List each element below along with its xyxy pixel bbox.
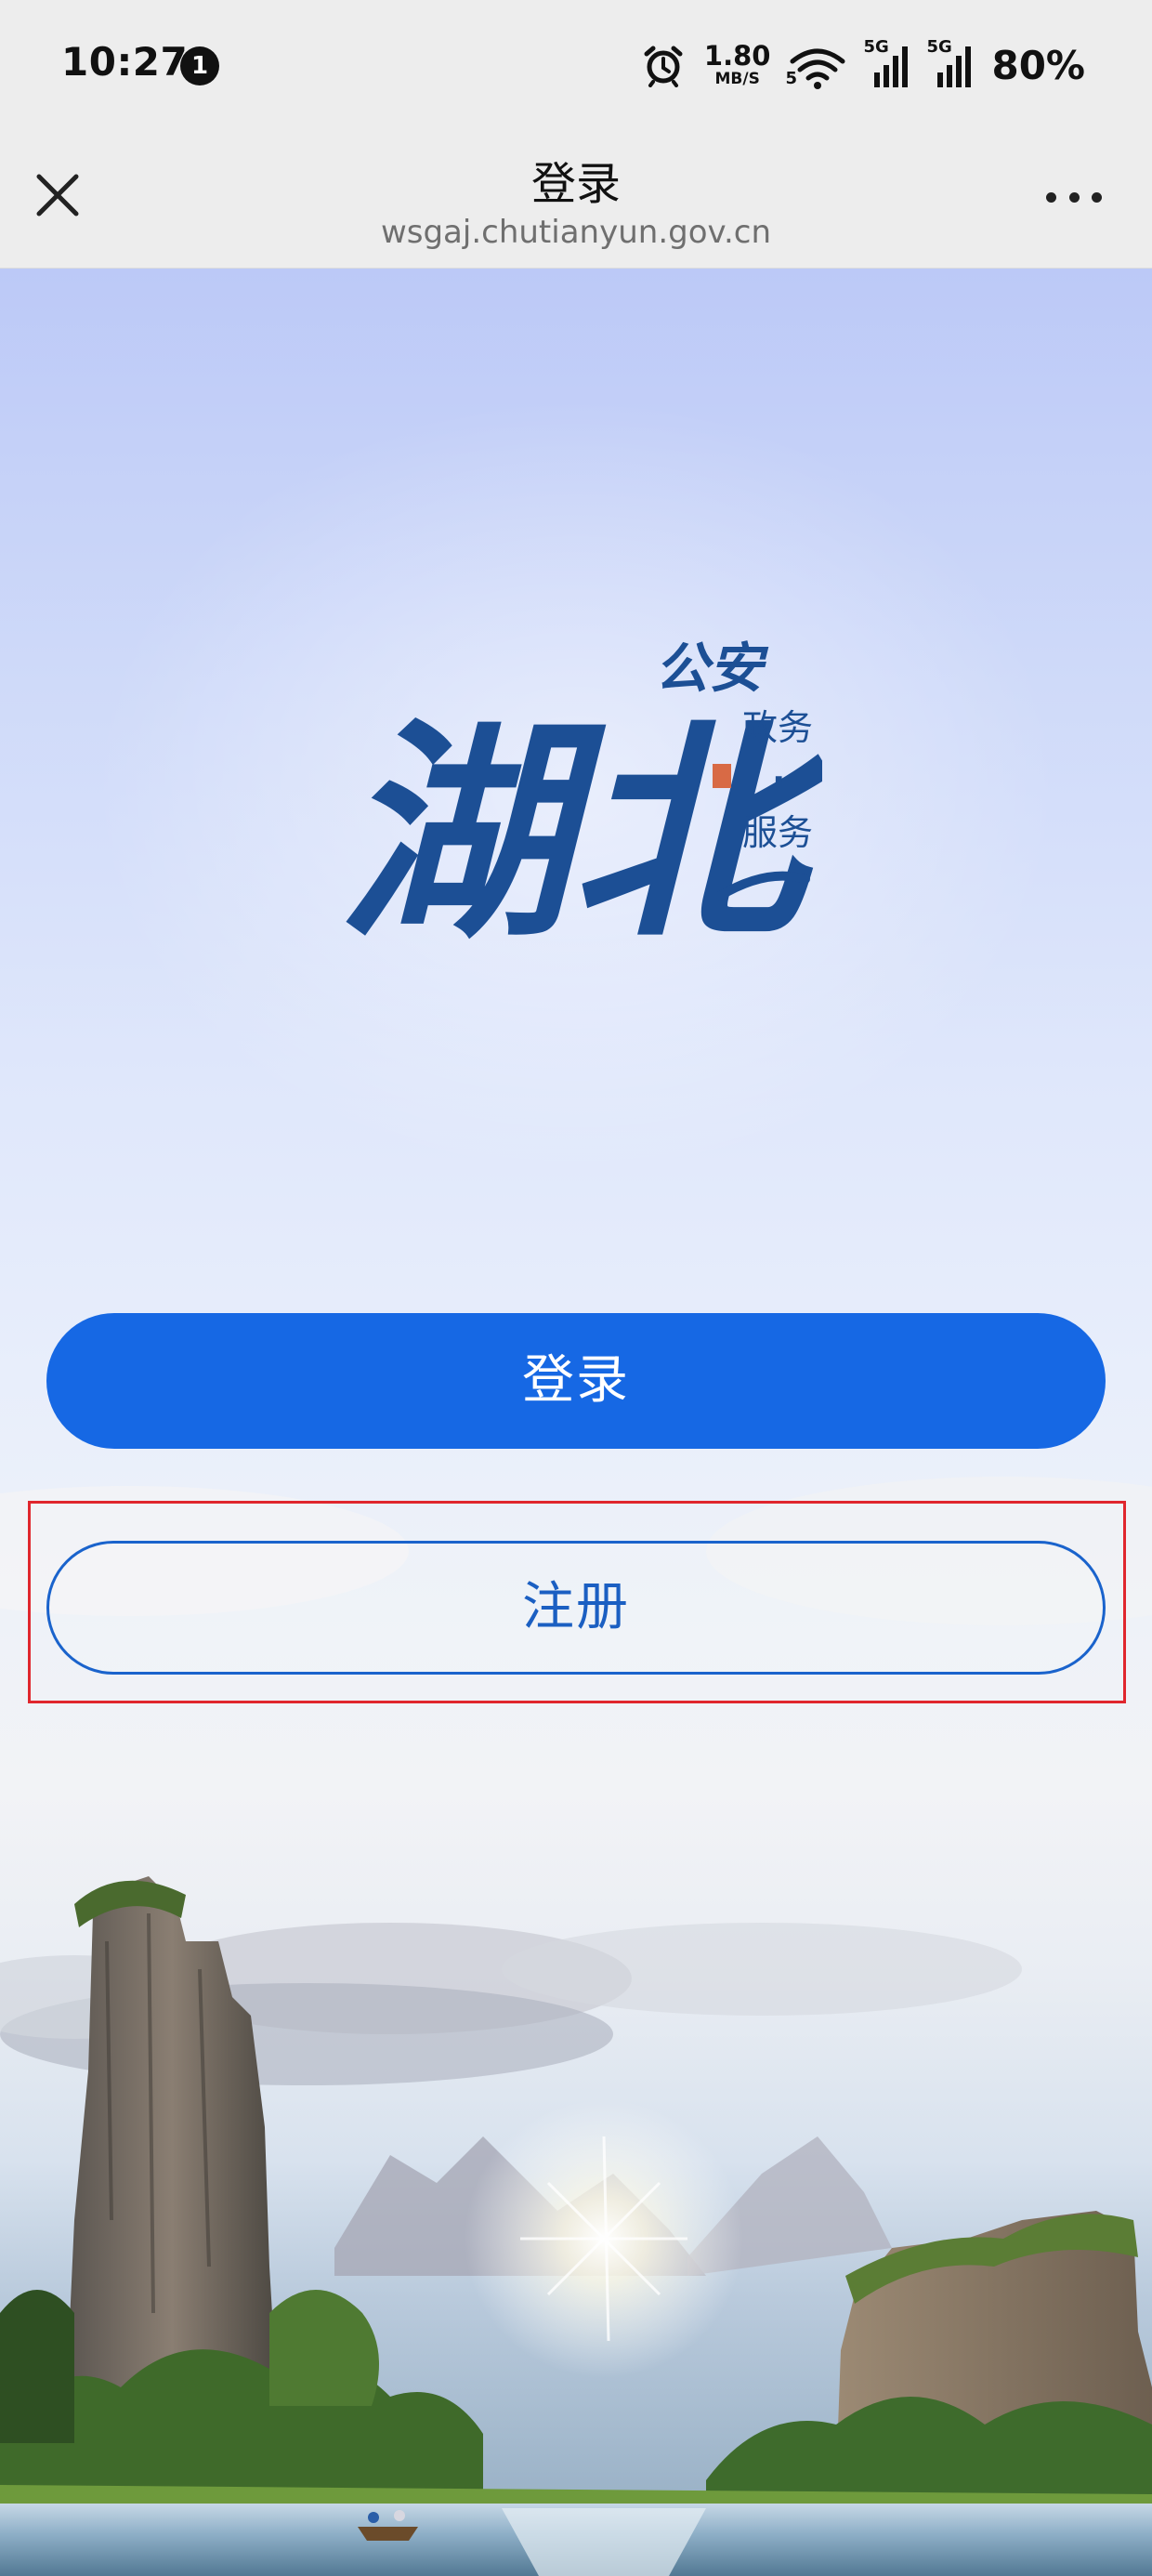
register-button[interactable]: 注册	[46, 1541, 1106, 1675]
battery-level: 80%	[991, 42, 1085, 88]
network-speed-unit: MB/S	[714, 70, 760, 88]
logo-sub-text-1: 政务	[742, 707, 813, 748]
login-button[interactable]: 登录	[46, 1313, 1106, 1449]
status-bar: 10:27 1 1.80 MB/S 5 5G 5G 80%	[0, 0, 1152, 138]
login-page: 10:27 1 1.80 MB/S 5 5G 5G 80% 登录 wsgaj.c…	[0, 0, 1152, 2576]
cell-signal-1: 5G	[863, 37, 910, 89]
status-time: 10:27	[61, 39, 189, 85]
wifi-label: 5	[785, 69, 797, 88]
cell-signal-2: 5G	[926, 37, 973, 89]
wifi-icon	[789, 46, 846, 89]
hubei-public-security-logo: 湖北 公安 政务 · 服务	[339, 637, 822, 952]
notification-badge: 1	[180, 46, 219, 85]
network-speed-value: 1.80	[703, 40, 771, 72]
network-speed: 1.80 MB/S	[704, 43, 771, 87]
more-dots-icon[interactable]	[1046, 186, 1102, 208]
wifi-indicator: 5	[785, 41, 846, 89]
logo-sub-text-dot: ·	[772, 759, 785, 800]
cell-signal-1-label: 5G	[863, 37, 889, 57]
page-url: wsgaj.chutianyun.gov.cn	[380, 214, 772, 251]
alarm-clock-icon	[641, 43, 686, 87]
logo-seal-stamp	[713, 764, 731, 788]
content-area: 湖北 公安 政务 · 服务 登录 注册	[0, 269, 1152, 2576]
cell-signal-2-label: 5G	[926, 37, 952, 57]
page-title: 登录	[530, 158, 621, 210]
logo-sub-text-top: 公安	[655, 637, 769, 700]
status-indicators: 1.80 MB/S 5 5G 5G 80%	[641, 35, 1085, 95]
browser-nav-bar: 登录 wsgaj.chutianyun.gov.cn	[0, 138, 1152, 269]
logo-sub-text-2: 服务	[742, 812, 813, 853]
